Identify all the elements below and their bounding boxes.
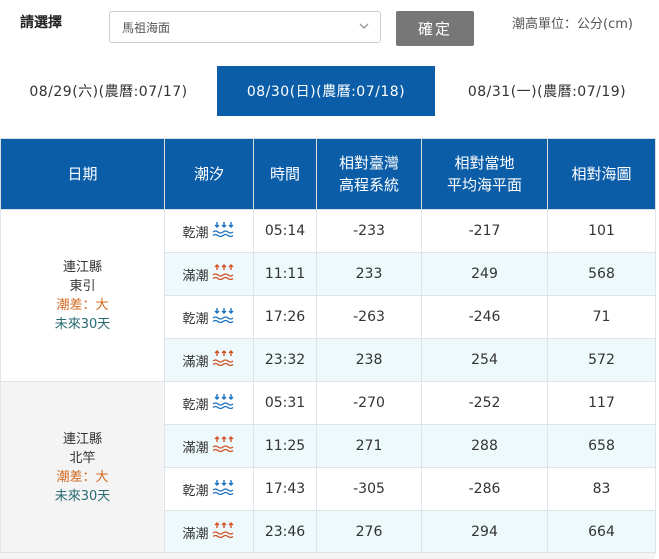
- next-30-days-link[interactable]: 未來30天: [1, 487, 164, 506]
- tab-date-0831[interactable]: 08/31(一)(農曆:07/19): [435, 66, 659, 116]
- header-time: 時間: [253, 138, 317, 210]
- local-msl-cell: -217: [421, 209, 548, 253]
- low-tide-icon: [212, 307, 236, 327]
- tide-cell: 乾潮: [164, 467, 254, 511]
- tide-label: 滿潮: [182, 268, 209, 284]
- station-name: 東引: [69, 278, 96, 294]
- table-header-row: 日期 潮汐 時間 相對臺灣 高程系統 相對當地 平均海平面 相對海圖: [0, 138, 656, 210]
- tide-label: 滿潮: [182, 440, 209, 456]
- header-twvd-line1: 相對臺灣: [338, 154, 399, 172]
- high-tide-icon: [212, 522, 236, 542]
- date-tabs: 08/29(六)(農曆:07/17) 08/30(日)(農曆:07/18) 08…: [0, 66, 659, 116]
- twvd-cell: -305: [316, 467, 422, 511]
- twvd-cell: 271: [316, 424, 422, 468]
- local-msl-cell: 294: [421, 510, 548, 554]
- header-local-line1: 相對當地: [454, 154, 515, 172]
- confirm-button[interactable]: 確定: [396, 11, 474, 46]
- table-row: 連江縣 東引 潮差：大 未來30天 乾潮 05:14 -233 -217 101: [0, 209, 656, 382]
- local-msl-cell: 254: [421, 338, 548, 382]
- time-cell: 05:31: [253, 381, 317, 425]
- twvd-cell: -233: [316, 209, 422, 253]
- chart-datum-cell: 117: [547, 381, 656, 425]
- high-tide-icon: [212, 350, 236, 370]
- top-bar: 請選擇 馬祖海面 確定 潮高單位：公分(cm): [0, 0, 659, 64]
- station-cell: 連江縣東引潮差：大未來30天: [0, 209, 165, 382]
- table-bottom-edge: [0, 552, 655, 559]
- header-local: 相對當地 平均海平面: [421, 138, 548, 210]
- unit-note: 潮高單位：公分(cm): [512, 17, 633, 32]
- chart-datum-cell: 664: [547, 510, 656, 554]
- time-cell: 11:25: [253, 424, 317, 468]
- tide-cell: 滿潮: [164, 424, 254, 468]
- low-tide-icon: [212, 221, 236, 241]
- station-county: 連江縣: [62, 259, 102, 275]
- time-cell: 11:11: [253, 252, 317, 296]
- select-label: 請選擇: [20, 15, 62, 31]
- time-cell: 17:43: [253, 467, 317, 511]
- local-msl-cell: -286: [421, 467, 548, 511]
- tide-label: 乾潮: [182, 397, 209, 413]
- time-cell: 05:14: [253, 209, 317, 253]
- time-cell: 17:26: [253, 295, 317, 339]
- chart-datum-cell: 83: [547, 467, 656, 511]
- twvd-cell: -270: [316, 381, 422, 425]
- header-twvd: 相對臺灣 高程系統: [316, 138, 422, 210]
- tide-cell: 滿潮: [164, 252, 254, 296]
- tide-cell: 乾潮: [164, 381, 254, 425]
- table-row: 連江縣 北竿 潮差：大 未來30天 乾潮 05:31 -270 -252 117: [0, 381, 656, 554]
- local-msl-cell: -252: [421, 381, 548, 425]
- sea-area-select[interactable]: 馬祖海面: [109, 11, 381, 43]
- twvd-cell: 233: [316, 252, 422, 296]
- station-county: 連江縣: [62, 431, 102, 447]
- header-local-line2: 平均海平面: [446, 176, 522, 194]
- tide-range-badge: 潮差：大: [56, 297, 109, 313]
- chevron-down-icon: [359, 23, 369, 29]
- high-tide-icon: [212, 264, 236, 284]
- tide-label: 乾潮: [182, 225, 209, 241]
- header-chart: 相對海圖: [547, 138, 656, 210]
- tide-label: 滿潮: [182, 526, 209, 542]
- local-msl-cell: -246: [421, 295, 548, 339]
- chart-datum-cell: 658: [547, 424, 656, 468]
- station-name: 北竿: [69, 450, 96, 466]
- chart-datum-cell: 101: [547, 209, 656, 253]
- tide-cell: 滿潮: [164, 338, 254, 382]
- chart-datum-cell: 568: [547, 252, 656, 296]
- tab-date-0830[interactable]: 08/30(日)(農曆:07/18): [217, 66, 435, 116]
- low-tide-icon: [212, 393, 236, 413]
- station-cell: 連江縣北竿潮差：大未來30天: [0, 381, 165, 554]
- header-tide: 潮汐: [164, 138, 254, 210]
- tide-label: 乾潮: [182, 483, 209, 499]
- next-30-days-link[interactable]: 未來30天: [1, 315, 164, 334]
- select-value: 馬祖海面: [122, 21, 171, 35]
- chart-datum-cell: 572: [547, 338, 656, 382]
- twvd-cell: -263: [316, 295, 422, 339]
- low-tide-icon: [212, 479, 236, 499]
- tide-table: 日期 潮汐 時間 相對臺灣 高程系統 相對當地 平均海平面 相對海圖 連江縣 東引…: [0, 138, 656, 554]
- tide-label: 滿潮: [182, 354, 209, 370]
- tide-cell: 滿潮: [164, 510, 254, 554]
- chart-datum-cell: 71: [547, 295, 656, 339]
- tab-date-0829[interactable]: 08/29(六)(農曆:07/17): [0, 66, 217, 116]
- high-tide-icon: [212, 436, 236, 456]
- time-cell: 23:32: [253, 338, 317, 382]
- local-msl-cell: 288: [421, 424, 548, 468]
- header-twvd-line2: 高程系統: [338, 176, 399, 194]
- tide-label: 乾潮: [182, 311, 209, 327]
- twvd-cell: 276: [316, 510, 422, 554]
- twvd-cell: 238: [316, 338, 422, 382]
- tide-cell: 乾潮: [164, 295, 254, 339]
- header-date: 日期: [0, 138, 165, 210]
- time-cell: 23:46: [253, 510, 317, 554]
- local-msl-cell: 249: [421, 252, 548, 296]
- tide-range-badge: 潮差：大: [56, 469, 109, 485]
- tide-cell: 乾潮: [164, 209, 254, 253]
